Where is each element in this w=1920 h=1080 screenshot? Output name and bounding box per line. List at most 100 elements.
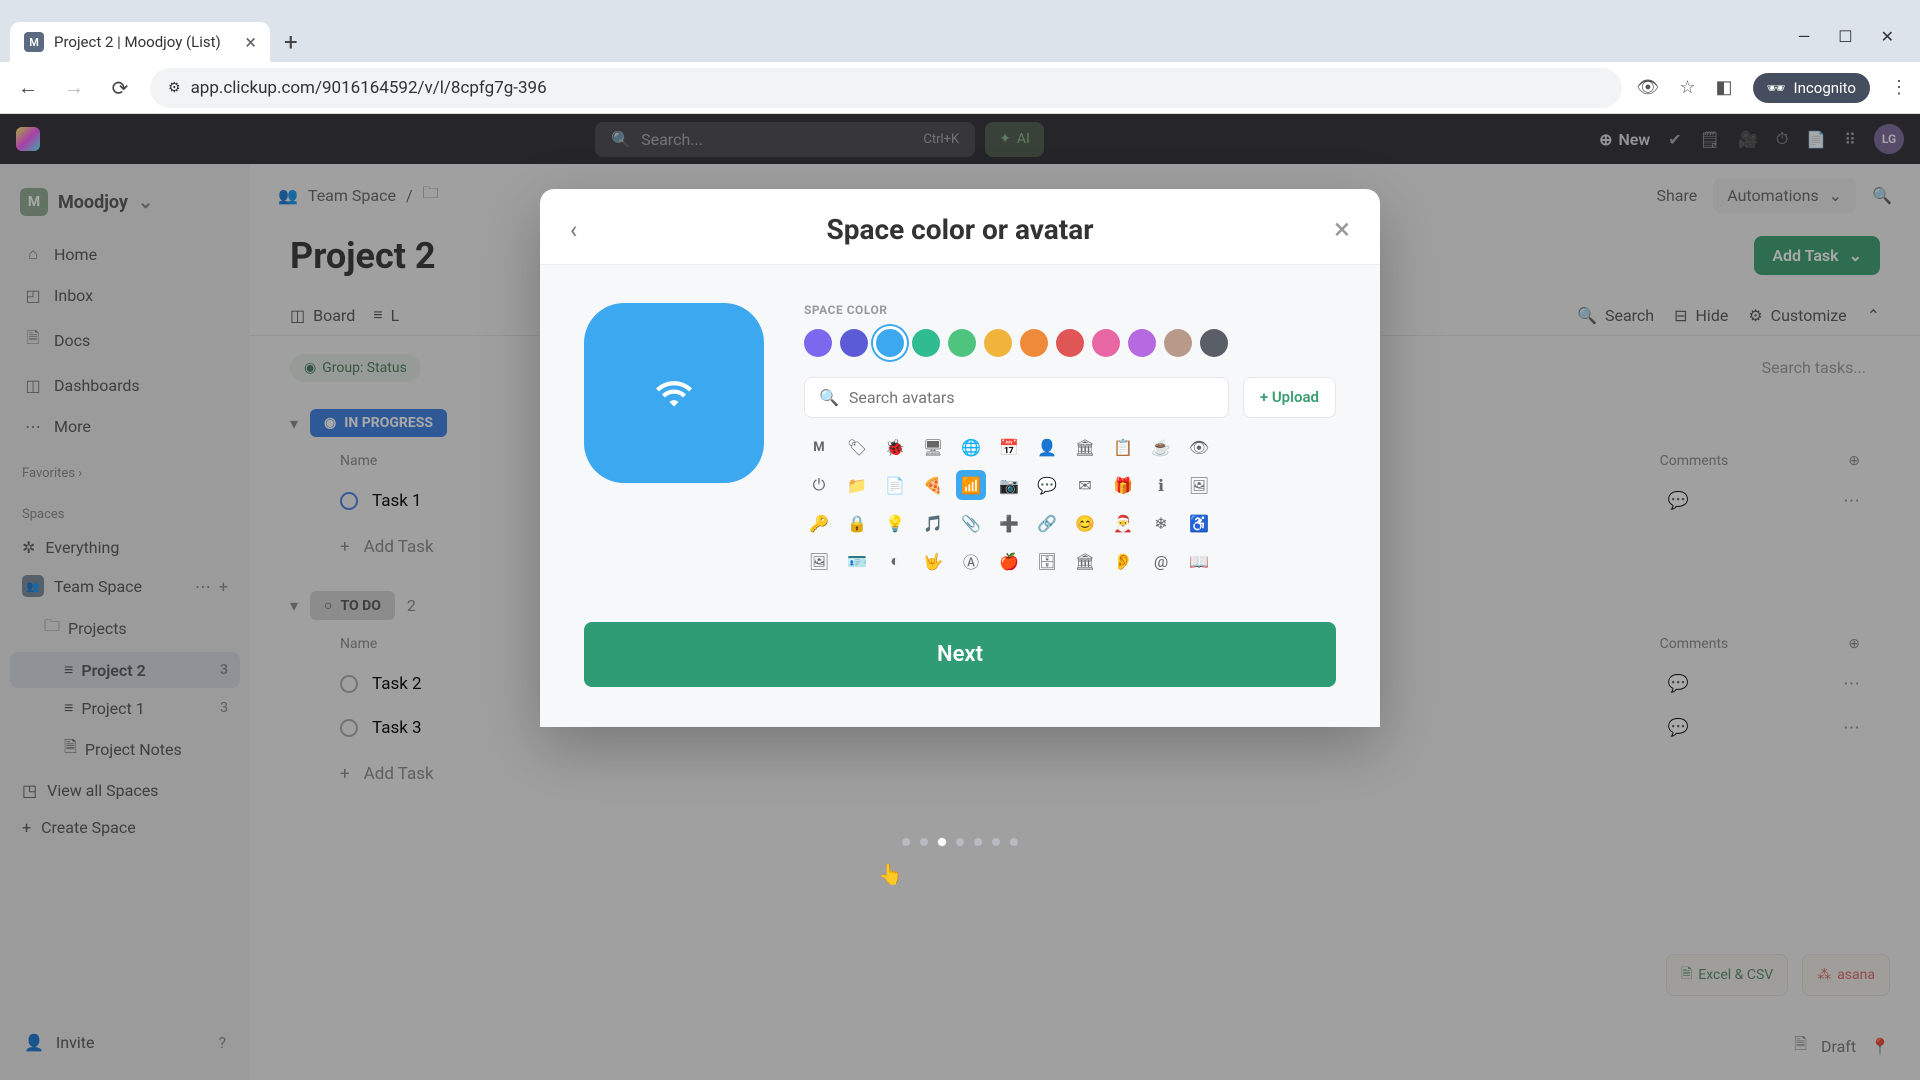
step-dot[interactable] — [1010, 838, 1018, 846]
smiley-icon[interactable]: 😊 — [1070, 508, 1100, 538]
color-swatch[interactable] — [1020, 329, 1048, 357]
share-icon[interactable]: 🔗 — [1032, 508, 1062, 538]
search-icon: 🔍 — [819, 388, 839, 407]
maximize-icon[interactable]: ☐ — [1838, 27, 1852, 46]
modal-title: Space color or avatar — [570, 213, 1350, 246]
tab-favicon: M — [24, 32, 44, 52]
monitor-icon[interactable]: 🖥 — [918, 432, 948, 462]
step-dot[interactable] — [920, 838, 928, 846]
power-icon[interactable]: ⏻ — [804, 470, 834, 500]
new-tab-button[interactable]: + — [274, 24, 308, 60]
wifi-icon — [656, 379, 692, 407]
snowflake-icon[interactable]: ❄ — [1146, 508, 1176, 538]
tab-close-icon[interactable]: × — [245, 32, 256, 52]
avatar-search-input[interactable] — [849, 388, 1214, 407]
url-input[interactable]: ⚙ app.clickup.com/9016164592/v/l/8cpfg7g… — [150, 68, 1622, 108]
step-dots — [902, 814, 1018, 854]
upload-avatar-button[interactable]: + Upload — [1243, 377, 1336, 418]
envelope-icon[interactable]: ✉ — [1070, 470, 1100, 500]
apple-icon[interactable]: 🍎 — [994, 546, 1024, 576]
chat-icon[interactable]: 💬 — [1032, 470, 1062, 500]
minimize-icon[interactable]: — — [1798, 27, 1811, 46]
paperclip-icon[interactable]: 📎 — [956, 508, 986, 538]
color-swatch[interactable] — [1056, 329, 1084, 357]
archway-icon[interactable]: 🏛 — [1070, 546, 1100, 576]
music-icon[interactable]: 🎵 — [918, 508, 948, 538]
tab-title: Project 2 | Moodjoy (List) — [54, 33, 221, 51]
calendar-icon[interactable]: 📅 — [994, 432, 1024, 462]
lightbulb-icon[interactable]: 💡 — [880, 508, 910, 538]
wifi-icon[interactable]: 📶 — [956, 470, 986, 500]
reload-button[interactable]: ⟳ — [104, 72, 136, 104]
next-button[interactable]: Next — [584, 622, 1336, 687]
clipboard-icon[interactable]: 📋 — [1108, 432, 1138, 462]
color-swatch[interactable] — [948, 329, 976, 357]
letter-a-icon[interactable]: Ⓐ — [956, 546, 986, 576]
at-icon[interactable]: @ — [1146, 546, 1176, 576]
incognito-badge[interactable]: 🕶 Incognito — [1753, 73, 1871, 103]
id-card-icon[interactable]: 🪪 — [842, 546, 872, 576]
sign-language-icon[interactable]: 🤟 — [918, 546, 948, 576]
step-dot[interactable] — [938, 838, 946, 846]
incognito-label: Incognito — [1794, 79, 1856, 97]
space-avatar-modal: ‹ Space color or avatar × SPACE COLOR 🔍 … — [540, 189, 1380, 727]
key-icon[interactable]: 🔑 — [804, 508, 834, 538]
archive-icon[interactable]: 🗄 — [1032, 546, 1062, 576]
holiday-icon[interactable]: 🎅 — [1108, 508, 1138, 538]
color-swatch[interactable] — [912, 329, 940, 357]
color-swatch[interactable] — [840, 329, 868, 357]
back-button[interactable]: ← — [12, 72, 44, 104]
panel-icon[interactable]: ◧ — [1715, 77, 1732, 98]
close-window-icon[interactable]: ✕ — [1881, 27, 1894, 46]
gallery-icon[interactable]: 🖼 — [804, 546, 834, 576]
color-swatch[interactable] — [1128, 329, 1156, 357]
image-icon[interactable]: 🖼 — [1184, 470, 1214, 500]
step-dot[interactable] — [992, 838, 1000, 846]
url-text: app.clickup.com/9016164592/v/l/8cpfg7g-3… — [191, 78, 547, 98]
bookmark-icon[interactable]: ☆ — [1679, 77, 1695, 98]
book-icon[interactable]: 📖 — [1184, 546, 1214, 576]
color-swatch[interactable] — [876, 329, 904, 357]
coffee-icon[interactable]: ☕ — [1146, 432, 1176, 462]
eye-off-icon[interactable]: 👁 — [1636, 77, 1659, 98]
avatar-search-field[interactable]: 🔍 — [804, 377, 1229, 418]
user-icon[interactable]: 👤 — [1032, 432, 1062, 462]
address-bar: ← → ⟳ ⚙ app.clickup.com/9016164592/v/l/8… — [0, 62, 1920, 114]
lock-icon[interactable]: 🔒 — [842, 508, 872, 538]
info-icon[interactable]: ℹ — [1146, 470, 1176, 500]
bug-icon[interactable]: 🐞 — [880, 432, 910, 462]
space-color-label: SPACE COLOR — [804, 303, 1336, 317]
building-icon[interactable]: 🏛 — [1070, 432, 1100, 462]
color-swatch[interactable] — [1200, 329, 1228, 357]
letter-icon[interactable]: M — [804, 432, 834, 462]
forward-button[interactable]: → — [58, 72, 90, 104]
site-settings-icon[interactable]: ⚙ — [168, 80, 181, 96]
modal-back-button[interactable]: ‹ — [570, 216, 577, 244]
gift-icon[interactable]: 🎁 — [1108, 470, 1138, 500]
avatar-icon-grid: M 🏷 🐞 🖥 🌐 📅 👤 🏛 📋 ☕ 👁 ⏻ 📁 📄 🍕 📶 📷 💬 ✉ 🎁 ℹ 🖼 🔑 🔒 💡 🎵 📎 ➕ 🔗 😊 🎅 ❄ ♿ 🖼 🪪 ◐ 🤟 Ⓐ 🍎 🗄… — [804, 432, 1336, 576]
file-icon[interactable]: 📄 — [880, 470, 910, 500]
folder-icon[interactable]: 📁 — [842, 470, 872, 500]
globe-icon[interactable]: 🌐 — [956, 432, 986, 462]
step-dot[interactable] — [974, 838, 982, 846]
color-swatch[interactable] — [1092, 329, 1120, 357]
step-dot[interactable] — [956, 838, 964, 846]
step-dot[interactable] — [902, 838, 910, 846]
color-swatch[interactable] — [984, 329, 1012, 357]
browser-tab[interactable]: M Project 2 | Moodjoy (List) × — [10, 22, 270, 62]
pizza-icon[interactable]: 🍕 — [918, 470, 948, 500]
contrast-icon[interactable]: ◐ — [880, 546, 910, 576]
tag-icon[interactable]: 🏷 — [842, 432, 872, 462]
ear-icon[interactable]: 👂 — [1108, 546, 1138, 576]
eye-icon[interactable]: 👁 — [1184, 432, 1214, 462]
modal-close-button[interactable]: × — [1334, 215, 1350, 245]
camera-icon[interactable]: 📷 — [994, 470, 1024, 500]
incognito-icon: 🕶 — [1767, 79, 1786, 97]
color-swatch[interactable] — [804, 329, 832, 357]
color-swatch[interactable] — [1164, 329, 1192, 357]
browser-menu-icon[interactable]: ⋮ — [1890, 77, 1908, 98]
plus-icon[interactable]: ➕ — [994, 508, 1024, 538]
avatar-preview — [584, 303, 764, 483]
window-controls: — ☐ ✕ — [1782, 15, 1910, 62]
accessibility-icon[interactable]: ♿ — [1184, 508, 1214, 538]
